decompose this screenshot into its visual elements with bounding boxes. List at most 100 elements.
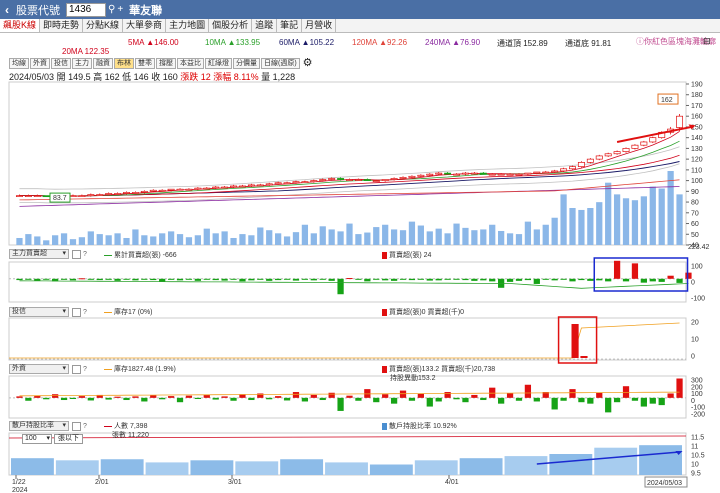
- period-select[interactable]: 日線(週原): [261, 58, 300, 69]
- candle-body: [140, 190, 148, 193]
- volume-bar: [667, 171, 674, 245]
- volume-bar: [515, 234, 523, 245]
- btn-main-force[interactable]: 主力: [72, 58, 92, 69]
- foreign-bar: [212, 397, 219, 400]
- volume-bar: [132, 229, 139, 245]
- foreign-bar: [426, 397, 433, 407]
- candle-body: [569, 166, 576, 170]
- grid-icon[interactable]: [72, 364, 81, 374]
- main-force-head: 主力買賣超 ?: [9, 249, 93, 259]
- price-panel: 190 180 170 160 150 140 130 120 110 100 90 80 70 60 50…: [8, 81, 703, 250]
- foreign-bar: [328, 392, 335, 398]
- below-button[interactable]: 張以下: [54, 434, 83, 444]
- holders-select[interactable]: 散戶持股比率: [9, 421, 69, 431]
- btn-ma[interactable]: 均線: [9, 58, 29, 69]
- help-icon[interactable]: ?: [83, 309, 87, 316]
- help-icon[interactable]: ?: [83, 251, 87, 258]
- chevron-left-icon[interactable]: ‹: [0, 3, 14, 17]
- search-icon[interactable]: ⚲: [108, 4, 115, 15]
- candle-body: [461, 172, 469, 175]
- ytick-label: 120: [691, 157, 703, 164]
- tab-track[interactable]: 追蹤: [252, 19, 278, 32]
- volume-bar: [43, 240, 50, 245]
- trust-frame: [8, 317, 687, 361]
- main-force-bar: [159, 278, 166, 282]
- main-force-bar: [283, 278, 291, 280]
- foreign-bar: [462, 397, 469, 403]
- candle-body: [346, 179, 353, 181]
- foreign-bar: [52, 394, 59, 398]
- candle-body: [230, 185, 238, 188]
- volume-bar: [444, 233, 451, 245]
- tab-main-force-map[interactable]: 主力地圖: [166, 19, 210, 32]
- foreign-stock: 庫存1827.48 (1.9%): [114, 366, 176, 373]
- tab-monthly-revenue[interactable]: 月營收: [302, 19, 337, 32]
- gear-icon[interactable]: ⚙: [303, 58, 313, 69]
- grid-icon[interactable]: [72, 249, 81, 259]
- foreign-bar: [560, 397, 567, 401]
- foreign-bar: [292, 392, 300, 398]
- tab-kline[interactable]: 飆股K線: [0, 19, 41, 32]
- foreign-bar: [176, 397, 184, 403]
- foreign-select[interactable]: 外資: [9, 364, 69, 374]
- holders-ratio-bar: [639, 445, 682, 475]
- volume-bar: [141, 235, 148, 245]
- btn-bias[interactable]: 雙乖: [135, 58, 155, 69]
- stock-code-input[interactable]: 1436: [66, 2, 106, 17]
- candle-body: [167, 188, 175, 191]
- grid-icon[interactable]: [72, 307, 81, 317]
- btn-pe[interactable]: 本益比: [177, 58, 204, 69]
- tab-big-orders[interactable]: 大單參商: [123, 19, 167, 32]
- main-force-bar: [105, 278, 112, 280]
- xtick-label: 2/01: [95, 479, 109, 486]
- candle-body: [149, 189, 157, 192]
- low-price-tag: 83.7: [53, 195, 67, 202]
- main-force-select[interactable]: 主力買賣超: [9, 249, 69, 259]
- btn-traffic-light[interactable]: 紅綠燈: [205, 58, 232, 69]
- btn-foreign[interactable]: 外資: [30, 58, 50, 69]
- btn-price-volume[interactable]: 分價量: [233, 58, 260, 69]
- main-force-bar: [364, 278, 371, 282]
- ytick-label: 60: [691, 221, 699, 228]
- candle-body: [114, 193, 122, 195]
- tab-notes[interactable]: 筆記: [277, 19, 303, 32]
- trend-arrow: [616, 125, 692, 143]
- volume-bar: [114, 233, 121, 245]
- tab-stock-analysis[interactable]: 個股分析: [209, 19, 253, 32]
- btn-trust[interactable]: 投信: [51, 58, 71, 69]
- main-force-bar: [185, 278, 193, 280]
- help-icon[interactable]: ?: [83, 366, 87, 373]
- ytick-label: 10: [691, 462, 699, 469]
- highlight-box-red: [557, 316, 598, 364]
- foreign-bar: [346, 395, 353, 398]
- holders-ratio-bar: [145, 462, 189, 475]
- main-force-bar: [462, 278, 469, 281]
- candle-body: [372, 180, 380, 182]
- tab-branch-kline[interactable]: 分點K線: [83, 19, 124, 32]
- foreign-bar: [16, 396, 23, 398]
- candle-body: [658, 131, 666, 139]
- trust-select[interactable]: 投信: [9, 307, 69, 317]
- help-icon[interactable]: ?: [83, 423, 87, 430]
- plus-icon[interactable]: +: [117, 4, 123, 15]
- candle-body: [444, 172, 452, 175]
- main-force-right-value: 223.42: [688, 244, 710, 251]
- main-force-bar: [292, 278, 300, 281]
- btn-bollinger[interactable]: 布林: [114, 58, 134, 69]
- candle-body: [479, 172, 487, 175]
- foreign-bar: [640, 397, 647, 407]
- tab-intraday[interactable]: 即時走勢: [40, 19, 84, 32]
- candle-body: [15, 195, 23, 197]
- collapse-icon[interactable]: ⊟: [703, 36, 711, 47]
- holders-ratio-bar: [280, 459, 324, 475]
- btn-margin[interactable]: 融資: [93, 58, 113, 69]
- grid-icon[interactable]: [72, 421, 81, 431]
- lot-size-select[interactable]: 100: [22, 434, 52, 444]
- candle-body: [551, 170, 559, 173]
- holders-count: 人數 7,398: [114, 423, 148, 430]
- ytick-label: -100: [691, 405, 705, 412]
- btn-support[interactable]: 撐壓: [156, 58, 176, 69]
- ytick-label: 300: [691, 378, 703, 385]
- main-force-bar: [676, 278, 683, 283]
- foreign-bar: [613, 397, 621, 403]
